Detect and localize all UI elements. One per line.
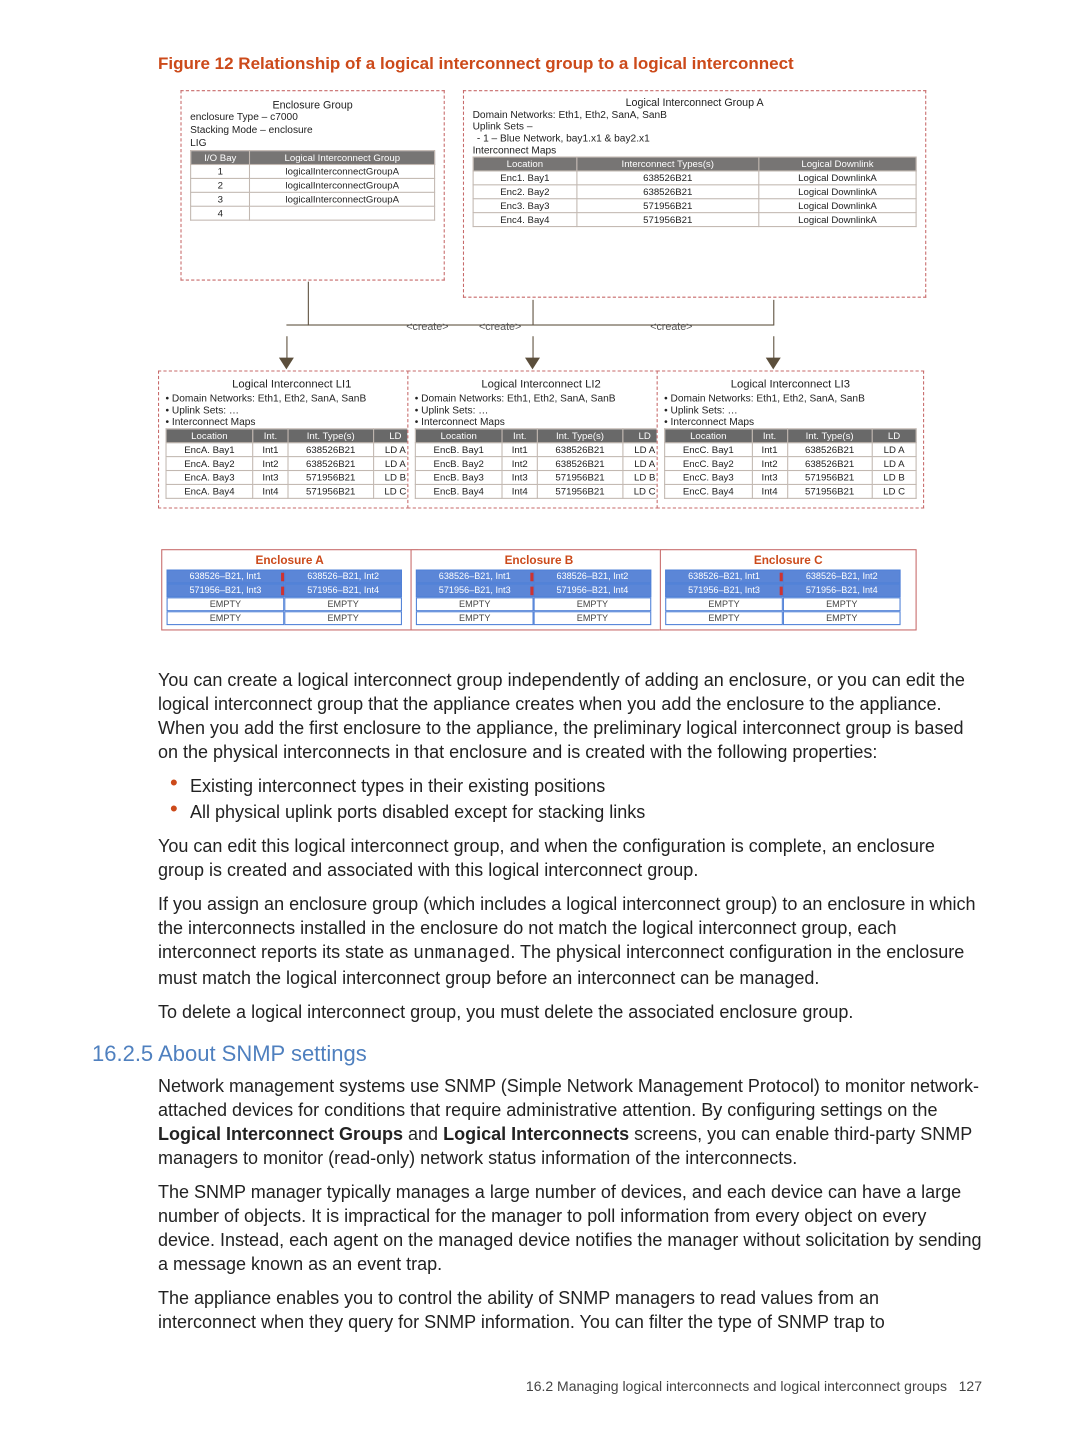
page-footer: 16.2 Managing logical interconnects and …	[526, 1378, 982, 1394]
logical-interconnect-li1: Logical Interconnect LI1 • Domain Networ…	[158, 370, 426, 508]
create-label-2: <create>	[479, 321, 521, 333]
create-label-3: <create>	[650, 321, 692, 333]
paragraph: To delete a logical interconnect group, …	[158, 1000, 982, 1024]
paragraph: The appliance enables you to control the…	[158, 1286, 982, 1334]
list-item: All physical uplink ports disabled excep…	[184, 800, 982, 824]
logical-interconnect-li3: Logical Interconnect LI3 • Domain Networ…	[657, 370, 925, 508]
create-label-1: <create>	[406, 321, 448, 333]
enclosure-group-box: Enclosure Group enclosure Type – c7000 S…	[180, 90, 444, 280]
paragraph: The SNMP manager typically manages a lar…	[158, 1180, 982, 1276]
bullet-list: Existing interconnect types in their exi…	[158, 774, 982, 824]
section-heading: 16.2.5 About SNMP settings	[92, 1042, 982, 1066]
body-text: You can create a logical interconnect gr…	[158, 668, 982, 1334]
enclosure-group-title: Enclosure Group	[190, 100, 435, 112]
paragraph: Network management systems use SNMP (Sim…	[158, 1074, 982, 1170]
enclosure-group-table: I/O BayLogical Interconnect Group 1logic…	[190, 150, 435, 221]
enclosure-b: Enclosure B 638526–B21, Int1638526–B21, …	[411, 549, 668, 630]
enclosure-c: Enclosure C 638526–B21, Int1638526–B21, …	[660, 549, 917, 630]
list-item: Existing interconnect types in their exi…	[184, 774, 982, 798]
lig-a-table: LocationInterconnect Types(s)Logical Dow…	[473, 156, 917, 227]
lig-a-box: Logical Interconnect Group A Domain Netw…	[463, 90, 926, 298]
figure-caption: Figure 12 Relationship of a logical inte…	[158, 54, 982, 74]
logical-interconnect-li2: Logical Interconnect LI2 • Domain Networ…	[407, 370, 675, 508]
figure-diagram: Enclosure Group enclosure Type – c7000 S…	[158, 88, 993, 644]
paragraph: If you assign an enclosure group (which …	[158, 892, 982, 990]
code-inline: unmanaged	[413, 944, 510, 964]
paragraph: You can create a logical interconnect gr…	[158, 668, 982, 764]
paragraph: You can edit this logical interconnect g…	[158, 834, 982, 882]
enclosure-a: Enclosure A 638526–B21, Int1638526–B21, …	[161, 549, 418, 630]
